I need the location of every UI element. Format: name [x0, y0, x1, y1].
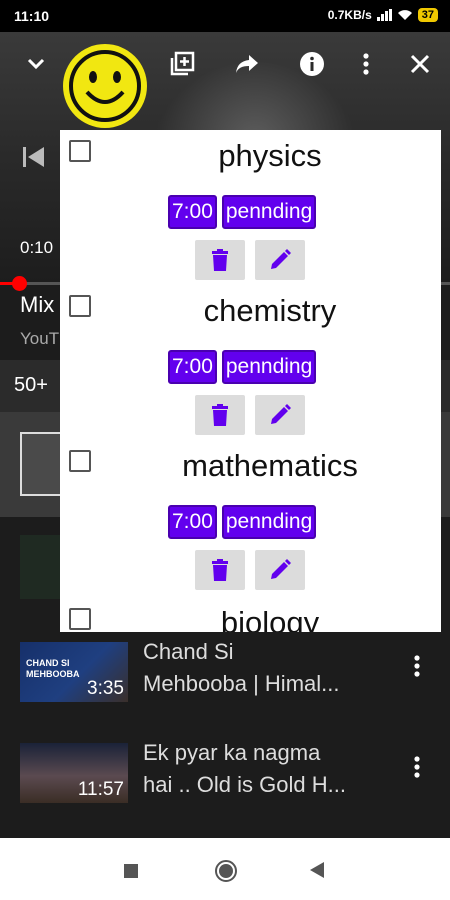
navigation-bar: [0, 838, 450, 900]
delete-icon: [212, 249, 228, 271]
task-status-badge: pennding: [221, 505, 317, 539]
video-thumbnail: 11:57: [20, 743, 128, 803]
signal-icon: [376, 9, 392, 21]
task-status-badge: pennding: [221, 350, 317, 384]
network-speed: 0.7KB/s: [327, 8, 372, 22]
info-icon[interactable]: [298, 50, 326, 78]
stop-icon[interactable]: [124, 864, 138, 883]
add-to-playlist-icon[interactable]: [168, 50, 196, 78]
task-list-panel: physics 7:00 pennding chemistry 7:00 pen…: [60, 130, 441, 632]
mix-subtitle: YouT: [20, 329, 60, 348]
task-status-badge: pennding: [221, 195, 317, 229]
task-actions: [195, 395, 305, 435]
wifi-icon: [397, 10, 412, 20]
task-time-badge: 7:00: [168, 195, 217, 229]
edit-icon: [271, 249, 291, 269]
task-name: mathematics: [182, 448, 358, 483]
task-time-badge: 7:00: [168, 505, 217, 539]
delete-button[interactable]: [195, 240, 245, 280]
mix-title: Mix: [20, 292, 55, 317]
delete-icon: [212, 559, 228, 581]
task-item: physics 7:00 pennding: [60, 130, 441, 285]
video-thumbnail: CHAND SI MEHBOOBA 3:35: [20, 642, 128, 702]
task-badges: 7:00 pennding: [168, 505, 317, 539]
skip-previous-icon[interactable]: [20, 143, 48, 176]
video-list-item[interactable]: 11:57 Ek pyar ka nagma hai .. Old is Gol…: [0, 737, 450, 837]
task-badges: 7:00 pennding: [168, 195, 317, 229]
edit-button[interactable]: [255, 550, 305, 590]
more-vert-icon[interactable]: [352, 50, 380, 78]
elapsed-time: 0:10: [20, 238, 54, 257]
task-time-badge: 7:00: [168, 350, 217, 384]
progress-knob[interactable]: [12, 276, 27, 291]
task-item: chemistry 7:00 pennding: [60, 285, 441, 440]
task-name: chemistry: [203, 293, 337, 328]
chevron-down-icon[interactable]: [22, 50, 50, 78]
smiley-face-icon[interactable]: [63, 44, 147, 128]
delete-button[interactable]: [195, 550, 245, 590]
task-name: physics: [218, 138, 322, 173]
edit-button[interactable]: [255, 240, 305, 280]
video-title: Ek pyar ka nagma hai .. Old is Gold H...: [143, 740, 346, 797]
delete-icon: [212, 404, 228, 426]
more-vert-icon[interactable]: [413, 755, 421, 784]
video-duration: 3:35: [87, 678, 124, 699]
video-duration: 11:57: [77, 779, 124, 800]
task-actions: [195, 550, 305, 590]
more-vert-icon[interactable]: [413, 654, 421, 683]
share-icon[interactable]: [233, 50, 261, 78]
back-icon[interactable]: [310, 862, 324, 883]
close-icon[interactable]: [406, 50, 434, 78]
delete-button[interactable]: [195, 395, 245, 435]
thumbnail-caption: CHAND SI MEHBOOBA: [26, 658, 80, 679]
status-time: 11:10: [14, 8, 50, 24]
task-name: biology: [220, 605, 320, 632]
battery-icon: 37: [417, 8, 438, 22]
home-icon[interactable]: [214, 859, 238, 888]
edit-button[interactable]: [255, 395, 305, 435]
queue-count: 50+: [14, 374, 48, 396]
task-badges: 7:00 pennding: [168, 350, 317, 384]
edit-icon: [271, 404, 291, 424]
task-actions: [195, 240, 305, 280]
task-item: mathematics 7:00 pennding: [60, 440, 441, 595]
status-bar: 11:10 0.7KB/s 37: [0, 0, 450, 32]
task-item: biology: [60, 595, 441, 632]
video-title: Chand Si Mehbooba | Himal...: [143, 639, 340, 696]
edit-icon: [271, 559, 291, 579]
status-indicators: 0.7KB/s 37: [328, 8, 438, 22]
video-list-item[interactable]: CHAND SI MEHBOOBA 3:35 Chand Si Mehbooba…: [0, 636, 450, 736]
